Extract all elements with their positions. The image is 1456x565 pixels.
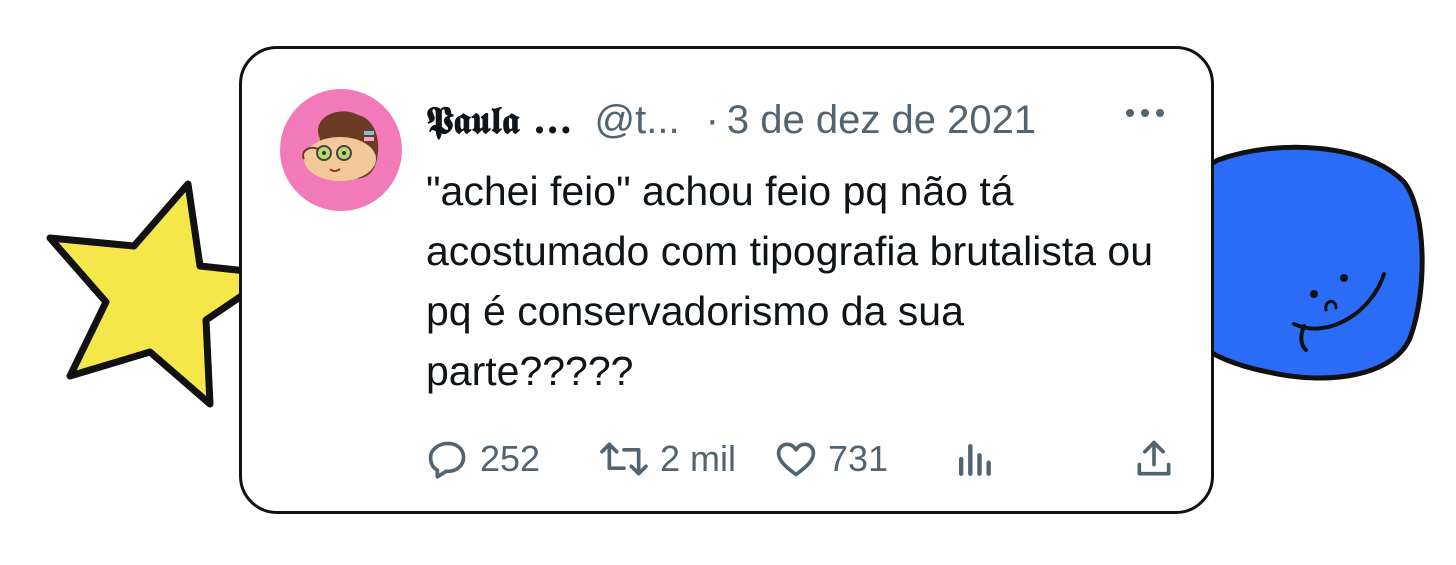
avatar-face-icon xyxy=(302,111,379,181)
analytics-icon xyxy=(958,443,991,476)
share-button[interactable] xyxy=(1132,432,1176,486)
author-handle[interactable]: @t... xyxy=(595,98,680,143)
retweet-icon xyxy=(600,442,648,476)
views-button[interactable] xyxy=(952,432,996,486)
tweet-header: 𝕻𝖆𝖚𝖑𝖆 ... @t... · 3 de dez de 2021 xyxy=(426,95,1036,145)
share-icon xyxy=(1137,440,1171,476)
tweet-date[interactable]: 3 de dez de 2021 xyxy=(727,98,1036,143)
tweet-actions: 252 2 mil 731 xyxy=(426,432,1186,486)
heart-icon xyxy=(776,442,816,477)
avatar[interactable] xyxy=(280,89,402,211)
tweet-text: "achei feio" achou feio pq não tá acostu… xyxy=(426,168,1154,394)
like-count: 731 xyxy=(828,438,889,479)
reply-icon xyxy=(428,441,466,479)
author-name[interactable]: 𝕻𝖆𝖚𝖑𝖆 ... xyxy=(426,97,573,143)
reply-count: 252 xyxy=(480,438,541,479)
reply-button[interactable]: 252 xyxy=(426,432,540,486)
retweet-button[interactable]: 2 mil xyxy=(598,432,736,486)
separator-dot: · xyxy=(705,97,719,142)
like-button[interactable]: 731 xyxy=(774,432,888,486)
more-icon[interactable] xyxy=(1126,109,1164,117)
retweet-count: 2 mil xyxy=(660,438,737,479)
tweet-card[interactable]: 𝕻𝖆𝖚𝖑𝖆 ... @t... · 3 de dez de 2021 "ache… xyxy=(239,46,1214,514)
